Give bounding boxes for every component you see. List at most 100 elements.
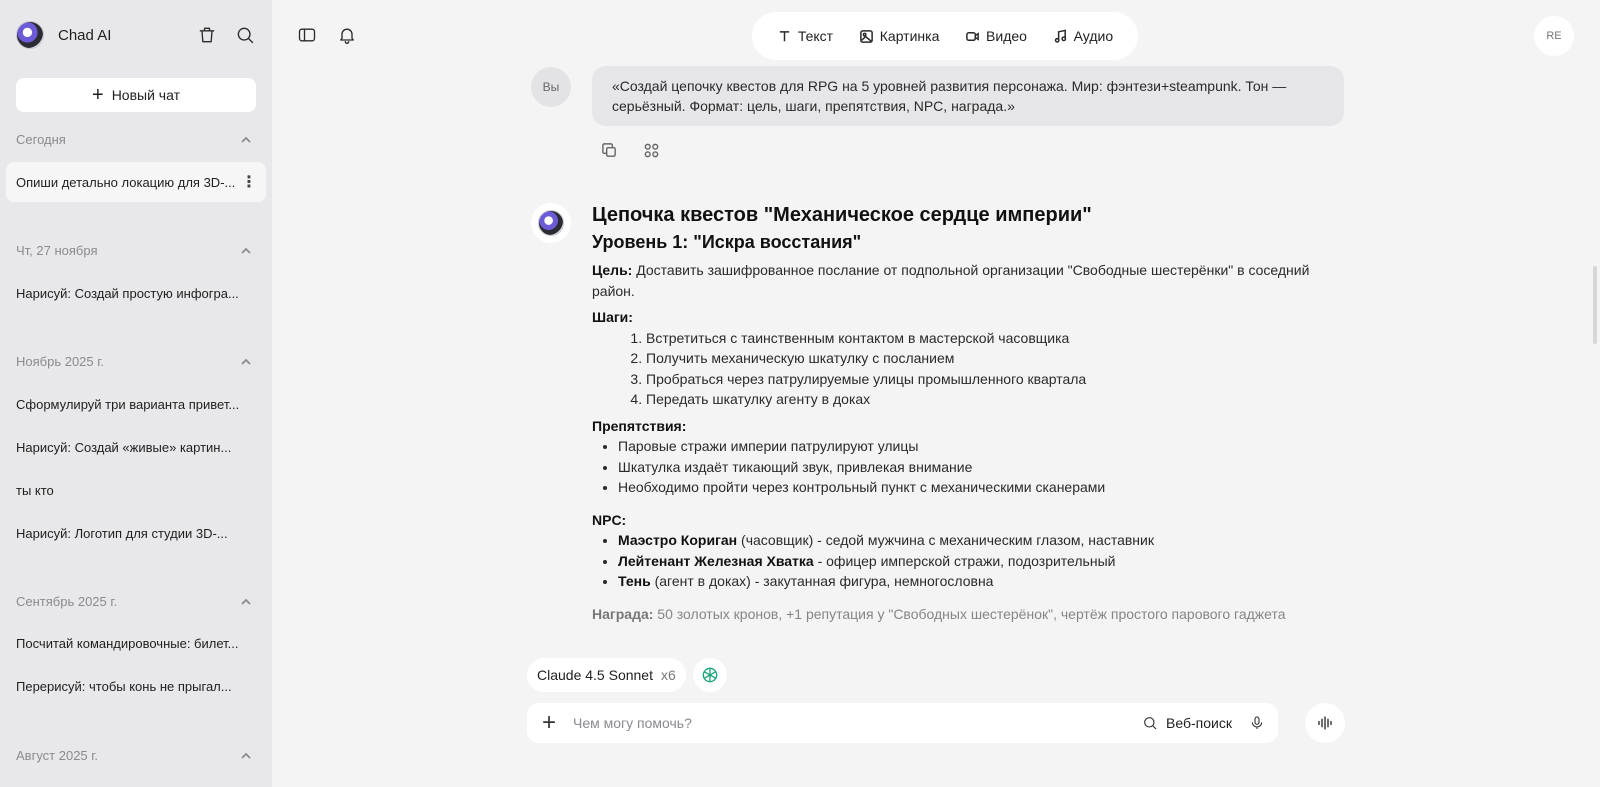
video-icon <box>966 31 979 41</box>
app-logo <box>16 21 44 49</box>
scrollbar-thumb[interactable] <box>1593 266 1597 344</box>
npc-desc: - офицер имперской стражи, подозрительны… <box>813 552 1116 569</box>
chat-item-label: Опиши детально локацию для 3D-... <box>16 174 236 190</box>
chat-item[interactable]: ты кто <box>6 470 266 510</box>
chat-item-label: Перерисуй: чтобы конь не прыгал... <box>16 678 232 694</box>
user-avatar-button[interactable]: RE <box>1534 16 1574 56</box>
search-icon <box>1144 717 1157 730</box>
section-header-august[interactable]: Август 2025 г. <box>16 748 252 763</box>
section-header-nov-27[interactable]: Чт, 27 ноября <box>16 243 252 258</box>
level-title: Уровень 1: "Искра восстания" <box>592 232 862 252</box>
attach-plus-icon[interactable]: + <box>537 709 561 736</box>
assistant-answer: Цепочка квестов "Механическое сердце имп… <box>592 202 1352 640</box>
model-name: Claude 4.5 Sonnet <box>537 667 653 683</box>
steps-label: Шаги: <box>592 309 633 325</box>
assistant-avatar <box>531 203 571 243</box>
web-search-button[interactable]: Веб-поиск <box>1142 715 1232 731</box>
list-item: Встретиться с таинственным контактом в м… <box>646 328 1352 349</box>
assistant-logo <box>538 210 564 236</box>
new-chat-label: Новый чат <box>111 87 180 103</box>
answer-title: Цепочка квестов "Механическое сердце имп… <box>592 204 1092 226</box>
chat-item[interactable]: Перерисуй: чтобы конь не прыгал... <box>6 666 266 706</box>
model-count: x6 <box>660 667 676 683</box>
mode-label: Аудио <box>1073 28 1114 44</box>
goal-label: Цель: <box>592 262 633 278</box>
list-item: Пробраться через патрулируемые улицы про… <box>646 369 1352 390</box>
chat-item[interactable]: Нарисуй: Логотип для студии 3D-... <box>6 513 266 553</box>
bell-icon[interactable] <box>336 24 358 46</box>
microphone-icon[interactable] <box>1246 712 1268 734</box>
sidebar: Chad AI + Новый чат Сегодня Опиши деталь… <box>0 0 272 787</box>
section-title: Август 2025 г. <box>16 748 99 763</box>
chevron-up-icon[interactable] <box>240 750 252 762</box>
section-title: Сентябрь 2025 г. <box>16 594 118 609</box>
section-header-today[interactable]: Сегодня <box>16 132 252 147</box>
search-icon[interactable] <box>234 24 256 46</box>
mode-video[interactable]: Видео <box>965 28 1027 44</box>
mode-label: Текст <box>797 28 834 44</box>
chat-item[interactable]: Посчитай командировочные: билет... <box>6 623 266 663</box>
chevron-up-icon[interactable] <box>240 356 252 368</box>
section-title: Чт, 27 ноября <box>16 243 98 258</box>
npc-name: Маэстро Кориган <box>618 532 738 548</box>
chevron-up-icon[interactable] <box>240 134 252 146</box>
chat-item-label: ты кто <box>16 482 54 498</box>
user-message-avatar: Вы <box>531 67 571 107</box>
text-icon <box>779 30 790 41</box>
obstacles-list: Паровые стражи империи патрулируют улицы… <box>592 436 1352 498</box>
model-selector[interactable]: Claude 4.5 Sonnet x6 <box>527 658 686 692</box>
openai-icon <box>702 667 718 683</box>
message-composer: + Веб-поиск <box>527 703 1278 743</box>
list-item: Паровые стражи империи патрулируют улицы <box>618 436 1352 457</box>
list-item: Лейтенант Железная Хватка - офицер импер… <box>618 551 1352 572</box>
chat-item-label: Нарисуй: Создай простую инфогра... <box>16 285 239 301</box>
chat-item[interactable]: Опиши детально локацию для 3D-... ⋮ <box>6 162 266 202</box>
chat-item-label: Сформулируй три варианта привет... <box>16 396 240 412</box>
more-options-icon[interactable]: ⋮ <box>241 172 257 192</box>
mode-label: Видео <box>986 28 1027 44</box>
npc-name: Тень <box>618 573 651 589</box>
mode-label: Картинка <box>879 28 940 44</box>
grid-icon[interactable] <box>640 139 662 161</box>
sidebar-header: Chad AI <box>16 20 256 50</box>
plus-icon: + <box>92 84 104 106</box>
mode-audio[interactable]: Аудио <box>1053 28 1114 44</box>
copy-icon[interactable] <box>598 139 620 161</box>
chat-item-label: Посчитай командировочные: билет... <box>16 635 239 651</box>
reward-text: 50 золотых кронов, +1 репутация у "Свобо… <box>653 605 1286 622</box>
user-message: «Создай цепочку квестов для RPG на 5 уро… <box>592 66 1344 126</box>
chevron-up-icon[interactable] <box>240 245 252 257</box>
chat-item-label: Нарисуй: Создай «живые» картин... <box>16 439 232 455</box>
npc-label: NPC: <box>592 511 627 528</box>
mode-text[interactable]: Текст <box>777 28 833 44</box>
top-left-toolbar <box>296 24 358 46</box>
steps-list: Встретиться с таинственным контактом в м… <box>592 328 1352 410</box>
image-icon <box>859 29 873 43</box>
npc-list: Маэстро Кориган (часовщик) - седой мужчи… <box>592 530 1352 592</box>
mode-image[interactable]: Картинка <box>859 28 940 44</box>
trash-icon[interactable] <box>196 24 218 46</box>
secondary-model-button[interactable] <box>693 658 727 692</box>
section-header-september[interactable]: Сентябрь 2025 г. <box>16 594 252 609</box>
npc-desc: (часовщик) - седой мужчина с механически… <box>737 532 1154 548</box>
waveform-icon <box>1318 716 1332 730</box>
list-item: Маэстро Кориган (часовщик) - седой мужчи… <box>618 530 1352 551</box>
chat-item[interactable]: Нарисуй: Создай простую инфогра... <box>6 273 266 313</box>
reward-label: Награда: <box>592 605 654 622</box>
list-item: Необходимо пройти через контрольный пунк… <box>618 477 1352 498</box>
list-item: Получить механическую шкатулку с послани… <box>646 348 1352 369</box>
sidebar-toggle-icon[interactable] <box>296 24 318 46</box>
chevron-up-icon[interactable] <box>240 596 252 608</box>
goal-text: Доставить зашифрованное послание от подп… <box>592 262 1310 299</box>
chat-item[interactable]: Нарисуй: Создай «живые» картин... <box>6 427 266 467</box>
section-header-november[interactable]: Ноябрь 2025 г. <box>16 354 252 369</box>
npc-desc: (агент в доках) - закутанная фигура, нем… <box>650 573 994 589</box>
message-input[interactable] <box>573 715 1143 731</box>
section-title: Сегодня <box>16 132 66 147</box>
voice-mode-button[interactable] <box>1305 703 1345 743</box>
new-chat-button[interactable]: + Новый чат <box>16 78 256 112</box>
list-item: Шкатулка издаёт тикающий звук, привлекая… <box>618 457 1352 478</box>
npc-name: Лейтенант Железная Хватка <box>618 552 814 569</box>
music-note-icon <box>1054 28 1066 43</box>
chat-item[interactable]: Сформулируй три варианта привет... <box>6 384 266 424</box>
